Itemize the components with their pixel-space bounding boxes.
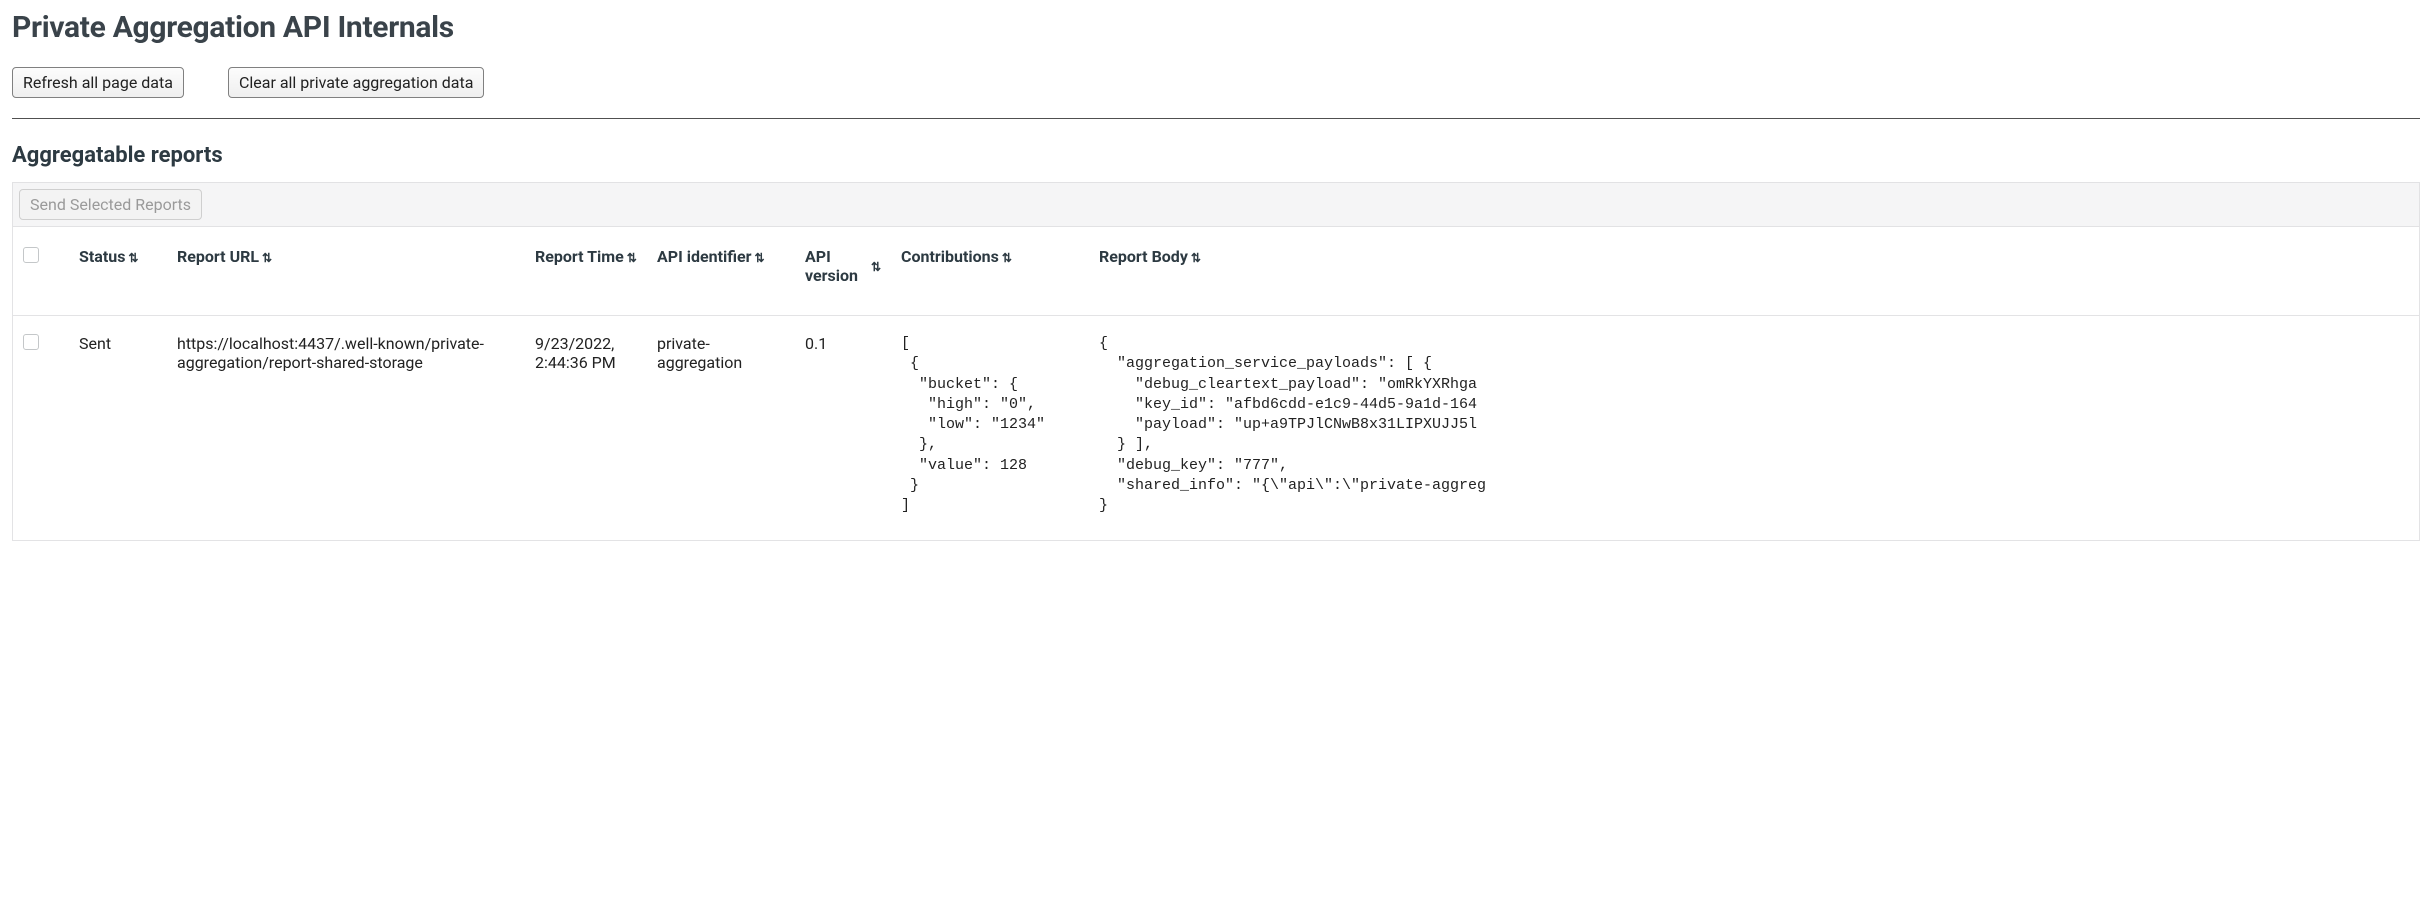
select-all-checkbox[interactable] [23,247,39,263]
row-select-checkbox[interactable] [23,334,39,350]
column-header-body[interactable]: Report Body ⇅ [1099,247,1201,266]
sort-icon: ⇅ [1191,252,1201,264]
sort-icon: ⇅ [627,252,637,264]
cell-url: https://localhost:4437/.well-known/priva… [167,316,525,541]
section-title: Aggregatable reports [12,143,2420,168]
column-label: Report Body [1099,247,1188,266]
cell-time: 9/23/2022, 2:44:36 PM [525,316,647,541]
column-label: Status [79,247,125,266]
sort-icon: ⇅ [262,252,272,264]
column-label: API identifier [657,247,751,266]
cell-api-id: private-aggregation [647,316,795,541]
column-label: API version [805,247,868,285]
reports-table-card: Status ⇅ Report URL ⇅ Report Time ⇅ [12,227,2420,541]
sort-icon: ⇅ [871,261,881,273]
cell-api-version: 0.1 [795,316,891,541]
table-header-row: Status ⇅ Report URL ⇅ Report Time ⇅ [13,227,2419,316]
column-label: Contributions [901,247,999,266]
send-reports-bar: Send Selected Reports [12,182,2420,227]
send-selected-reports-button[interactable]: Send Selected Reports [19,189,202,220]
cell-status: Sent [69,316,167,541]
column-header-api-id[interactable]: API identifier ⇅ [657,247,765,266]
reports-table: Status ⇅ Report URL ⇅ Report Time ⇅ [13,227,2419,540]
column-header-url[interactable]: Report URL ⇅ [177,247,272,266]
column-header-api-version[interactable]: API version ⇅ [805,247,881,285]
table-row: Sent https://localhost:4437/.well-known/… [13,316,2419,541]
cell-body: { "aggregation_service_payloads": [ { "d… [1089,316,2419,541]
column-header-contributions[interactable]: Contributions ⇅ [901,247,1012,266]
sort-icon: ⇅ [128,252,138,264]
column-header-status[interactable]: Status ⇅ [79,247,138,266]
sort-icon: ⇅ [754,252,764,264]
column-label: Report Time [535,247,624,266]
column-label: Report URL [177,247,259,266]
refresh-button[interactable]: Refresh all page data [12,67,184,98]
column-header-time[interactable]: Report Time ⇅ [535,247,637,266]
page-title: Private Aggregation API Internals [12,10,2420,45]
cell-contributions: [ { "bucket": { "high": "0", "low": "123… [891,316,1089,541]
contributions-pre: [ { "bucket": { "high": "0", "low": "123… [901,334,1079,516]
body-pre: { "aggregation_service_payloads": [ { "d… [1099,334,2409,516]
clear-data-button[interactable]: Clear all private aggregation data [228,67,485,98]
sort-icon: ⇅ [1002,252,1012,264]
top-toolbar: Refresh all page data Clear all private … [12,67,2420,119]
